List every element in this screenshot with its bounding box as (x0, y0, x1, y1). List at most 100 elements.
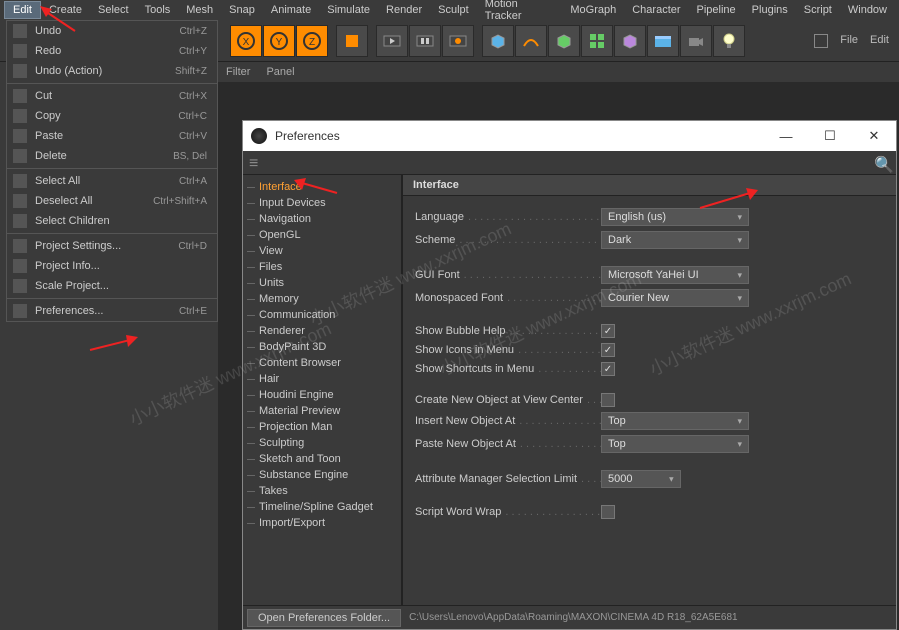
menu-sculpt[interactable]: Sculpt (430, 2, 477, 18)
createcenter-checkbox[interactable] (601, 393, 615, 407)
preferences-sidebar: InterfaceInput DevicesNavigationOpenGLVi… (243, 175, 403, 605)
primitive-deformer-button[interactable] (614, 25, 646, 57)
edit-menu-delete[interactable]: DeleteBS, Del (7, 146, 217, 166)
pref-sidebar-renderer[interactable]: Renderer (243, 323, 401, 339)
insertat-dropdown[interactable]: Top (601, 412, 749, 430)
edit-menu-deselect-all[interactable]: Deselect AllCtrl+Shift+A (7, 191, 217, 211)
menu-character[interactable]: Character (624, 2, 688, 18)
menu-mograph[interactable]: MoGraph (562, 2, 624, 18)
monofont-dropdown[interactable]: Courier New (601, 289, 749, 307)
pref-sidebar-projection-man[interactable]: Projection Man (243, 419, 401, 435)
edit-menu-cut[interactable]: CutCtrl+X (7, 86, 217, 106)
menu-mesh[interactable]: Mesh (178, 2, 221, 18)
pref-sidebar-takes[interactable]: Takes (243, 483, 401, 499)
edit-menu-undo[interactable]: UndoCtrl+Z (7, 21, 217, 41)
pref-sidebar-interface[interactable]: Interface (243, 179, 401, 195)
menu-plugins[interactable]: Plugins (744, 2, 796, 18)
pref-sidebar-timeline-spline-gadget[interactable]: Timeline/Spline Gadget (243, 499, 401, 515)
guifont-dropdown[interactable]: Microsoft YaHei UI (601, 266, 749, 284)
render-button-2[interactable] (409, 25, 441, 57)
pref-sidebar-bodypaint-d[interactable]: BodyPaint 3D (243, 339, 401, 355)
pref-sidebar-content-browser[interactable]: Content Browser (243, 355, 401, 371)
edit-menu-project-info-[interactable]: Project Info... (7, 256, 217, 276)
axis-z-button[interactable]: Z (296, 25, 328, 57)
pref-sidebar-input-devices[interactable]: Input Devices (243, 195, 401, 211)
cut-icon (13, 89, 27, 103)
edit-menu-select-children[interactable]: Select Children (7, 211, 217, 231)
maximize-button[interactable]: ☐ (816, 126, 844, 146)
menu-tools[interactable]: Tools (137, 2, 179, 18)
shortcuts-checkbox[interactable] (601, 362, 615, 376)
menu-pipeline[interactable]: Pipeline (689, 2, 744, 18)
grid-icon[interactable] (814, 34, 828, 48)
tool-group-render (376, 25, 474, 57)
pref-sidebar-houdini-engine[interactable]: Houdini Engine (243, 387, 401, 403)
home-icon[interactable]: ≡ (249, 155, 265, 171)
search-icon[interactable]: 🔍 (874, 155, 890, 171)
pref-sidebar-opengl[interactable]: OpenGL (243, 227, 401, 243)
svg-text:Y: Y (276, 37, 283, 48)
menu-render[interactable]: Render (378, 2, 430, 18)
pref-sidebar-files[interactable]: Files (243, 259, 401, 275)
edit-menu-paste[interactable]: PasteCtrl+V (7, 126, 217, 146)
pref-sidebar-sculpting[interactable]: Sculpting (243, 435, 401, 451)
primitive-light-button[interactable] (713, 25, 745, 57)
menu-motion-tracker[interactable]: Motion Tracker (477, 0, 563, 24)
axis-x-button[interactable]: X (230, 25, 262, 57)
edit-menu-undo-action-[interactable]: Undo (Action)Shift+Z (7, 61, 217, 81)
pref-sidebar-units[interactable]: Units (243, 275, 401, 291)
om-edit[interactable]: Edit (870, 34, 889, 48)
menu-snap[interactable]: Snap (221, 2, 263, 18)
cube-button[interactable] (336, 25, 368, 57)
primitive-environment-button[interactable] (647, 25, 679, 57)
minimize-button[interactable]: — (772, 126, 800, 146)
edit-menu-project-settings-[interactable]: Project Settings...Ctrl+D (7, 236, 217, 256)
edit-menu-scale-project-[interactable]: Scale Project... (7, 276, 217, 296)
primitive-cube-button[interactable] (482, 25, 514, 57)
menu-animate[interactable]: Animate (263, 2, 319, 18)
menu-simulate[interactable]: Simulate (319, 2, 378, 18)
preferences-content: Interface LanguageEnglish (us) SchemeDar… (403, 175, 896, 605)
om-file[interactable]: File (840, 34, 858, 48)
axis-y-button[interactable]: Y (263, 25, 295, 57)
wordwrap-label: Script Word Wrap (415, 506, 601, 518)
pref-sidebar-sketch-and-toon[interactable]: Sketch and Toon (243, 451, 401, 467)
pref-sidebar-substance-engine[interactable]: Substance Engine (243, 467, 401, 483)
project-info-icon (13, 259, 27, 273)
render-button-3[interactable] (442, 25, 474, 57)
subbar-panel[interactable]: Panel (266, 66, 294, 78)
close-button[interactable]: ✕ (860, 126, 888, 146)
pref-sidebar-view[interactable]: View (243, 243, 401, 259)
pref-sidebar-material-preview[interactable]: Material Preview (243, 403, 401, 419)
menu-create[interactable]: Create (41, 2, 90, 18)
wordwrap-checkbox[interactable] (601, 505, 615, 519)
pref-sidebar-hair[interactable]: Hair (243, 371, 401, 387)
pref-sidebar-memory[interactable]: Memory (243, 291, 401, 307)
edit-menu-redo[interactable]: RedoCtrl+Y (7, 41, 217, 61)
language-dropdown[interactable]: English (us) (601, 208, 749, 226)
edit-menu-select-all[interactable]: Select AllCtrl+A (7, 171, 217, 191)
primitive-spline-button[interactable] (515, 25, 547, 57)
scheme-dropdown[interactable]: Dark (601, 231, 749, 249)
menu-edit[interactable]: Edit (4, 1, 41, 19)
icons-checkbox[interactable] (601, 343, 615, 357)
pasteat-dropdown[interactable]: Top (601, 435, 749, 453)
edit-menu-preferences-[interactable]: Preferences...Ctrl+E (7, 301, 217, 321)
pref-sidebar-communication[interactable]: Communication (243, 307, 401, 323)
bubble-checkbox[interactable] (601, 324, 615, 338)
menu-select[interactable]: Select (90, 2, 137, 18)
primitive-camera-button[interactable] (680, 25, 712, 57)
render-button-1[interactable] (376, 25, 408, 57)
subbar-filter[interactable]: Filter (226, 66, 250, 78)
pref-sidebar-import-export[interactable]: Import/Export (243, 515, 401, 531)
attrlimit-field[interactable]: 5000 (601, 470, 681, 488)
open-preferences-folder-button[interactable]: Open Preferences Folder... (247, 609, 401, 627)
createcenter-label: Create New Object at View Center (415, 394, 601, 406)
primitive-nurbs-button[interactable] (548, 25, 580, 57)
edit-menu-copy[interactable]: CopyCtrl+C (7, 106, 217, 126)
deselect-all-icon (13, 194, 27, 208)
menu-script[interactable]: Script (796, 2, 840, 18)
pref-sidebar-navigation[interactable]: Navigation (243, 211, 401, 227)
primitive-array-button[interactable] (581, 25, 613, 57)
menu-window[interactable]: Window (840, 2, 895, 18)
